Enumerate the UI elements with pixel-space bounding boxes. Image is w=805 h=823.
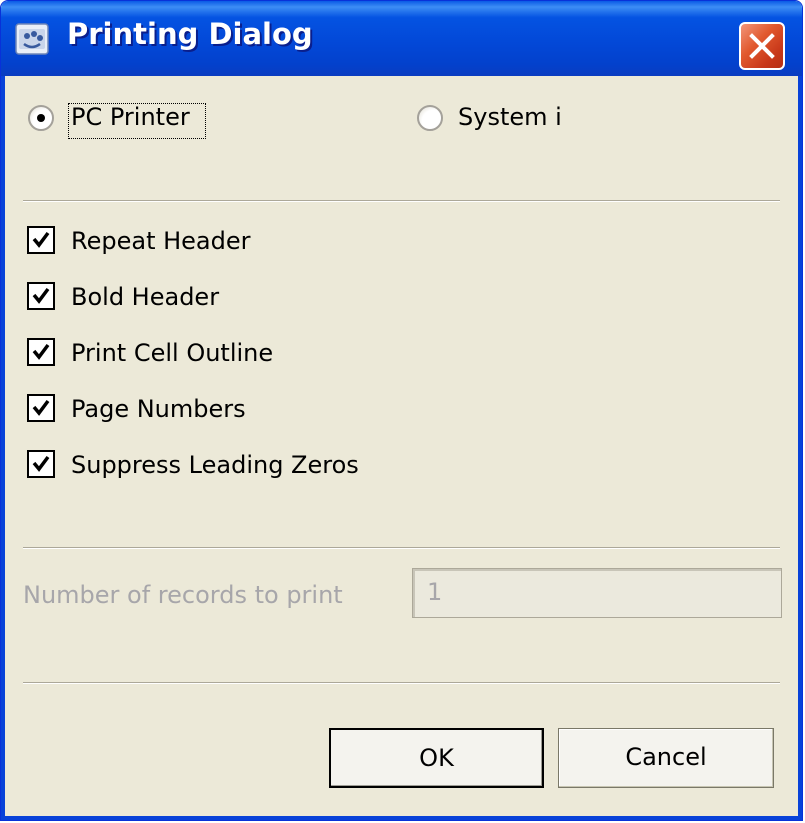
input-bevel [413,569,781,617]
page-numbers-label[interactable]: Page Numbers [71,395,246,423]
window-frame-right [798,76,802,820]
window-frame-bottom [1,816,802,820]
radio-pc-printer[interactable] [28,105,54,131]
system-i-label[interactable]: System i [458,103,562,131]
separator [23,547,780,549]
separator [23,682,780,684]
checkbox-bold-header[interactable] [27,282,55,310]
window-title: Printing Dialog [67,17,313,51]
checkmark-icon [32,287,50,304]
pc-printer-label[interactable]: PC Printer [71,103,190,131]
records-input[interactable]: 1 [412,568,782,618]
window-frame-left [1,76,5,820]
radio-system-i[interactable] [417,105,443,131]
print-cell-outline-label[interactable]: Print Cell Outline [71,339,273,367]
title-bar[interactable]: Printing Dialog [1,1,802,76]
cancel-button[interactable]: Cancel [558,728,774,788]
printing-dialog-window: Printing Dialog PC Printer System i Repe… [0,0,803,821]
ok-button[interactable]: OK [329,728,544,788]
checkmark-icon [32,455,50,472]
checkmark-icon [32,231,50,248]
checkmark-icon [32,343,50,360]
checkbox-print-cell-outline[interactable] [27,338,55,366]
java-cup-icon[interactable] [15,23,49,55]
close-icon [749,33,775,59]
close-button[interactable] [739,22,785,70]
radio-selected-dot [37,114,45,122]
checkbox-suppress-leading-zeros[interactable] [27,450,55,478]
records-label: Number of records to print [23,581,343,609]
checkbox-repeat-header[interactable] [27,226,55,254]
checkbox-page-numbers[interactable] [27,394,55,422]
suppress-leading-zeros-label[interactable]: Suppress Leading Zeros [71,451,359,479]
repeat-header-label[interactable]: Repeat Header [71,227,251,255]
checkmark-icon [32,399,50,416]
separator [23,200,780,202]
bold-header-label[interactable]: Bold Header [71,283,219,311]
